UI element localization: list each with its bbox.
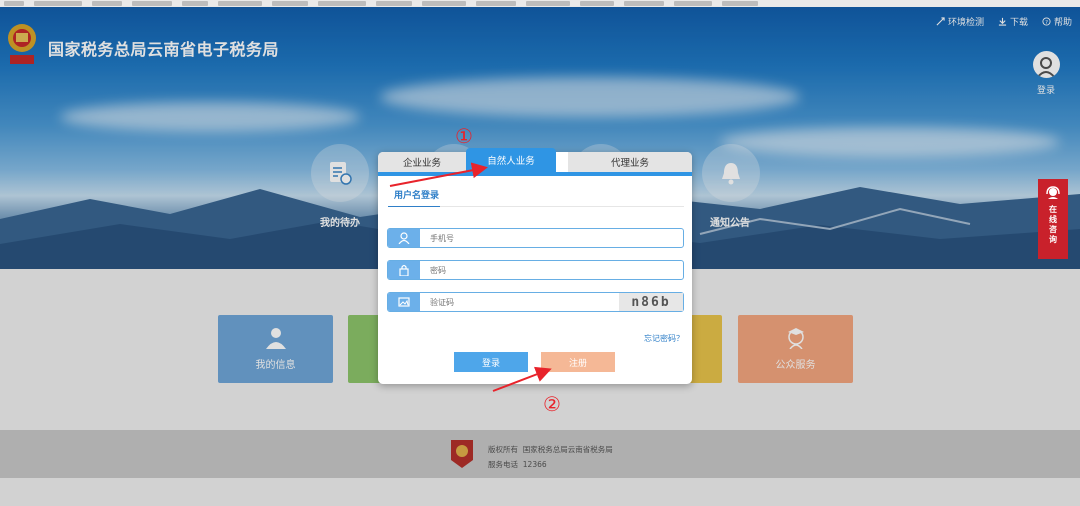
bookmarks-bar	[0, 0, 1080, 7]
forgot-password-link[interactable]: 忘记密码？	[644, 333, 684, 344]
annotation-number-1: ①	[455, 124, 473, 148]
tab-agent[interactable]: 代理业务	[568, 152, 692, 172]
subtab-username-login[interactable]: 用户名登录	[394, 188, 439, 201]
tab-natural-person[interactable]: 自然人业务	[466, 148, 556, 172]
tab-enterprise[interactable]: 企业业务	[378, 152, 466, 172]
captcha-image[interactable]: n86b	[619, 293, 683, 311]
image-icon	[388, 293, 420, 311]
subtab-divider	[440, 206, 684, 207]
person-icon	[388, 229, 420, 247]
login-dialog: 企业业务 自然人业务 代理业务 用户名登录 n86b 忘记密码？ 登录 注册	[378, 148, 692, 384]
business-tabs: 企业业务 自然人业务 代理业务	[378, 148, 692, 172]
online-consult-button[interactable]: 在线咨询	[1038, 179, 1068, 259]
subtab-underline	[388, 206, 440, 207]
headset-icon	[1046, 186, 1060, 199]
captcha-input[interactable]	[420, 294, 619, 310]
online-consult-label: 在线咨询	[1048, 205, 1058, 245]
lock-icon	[388, 261, 420, 279]
phone-field	[387, 228, 684, 248]
phone-input[interactable]	[420, 230, 683, 246]
register-button[interactable]: 注册	[541, 352, 615, 372]
captcha-field: n86b	[387, 292, 684, 312]
password-input[interactable]	[420, 262, 683, 278]
login-button[interactable]: 登录	[454, 352, 528, 372]
password-field	[387, 260, 684, 280]
annotation-number-2: ②	[543, 392, 561, 416]
tab-strip	[378, 172, 692, 176]
